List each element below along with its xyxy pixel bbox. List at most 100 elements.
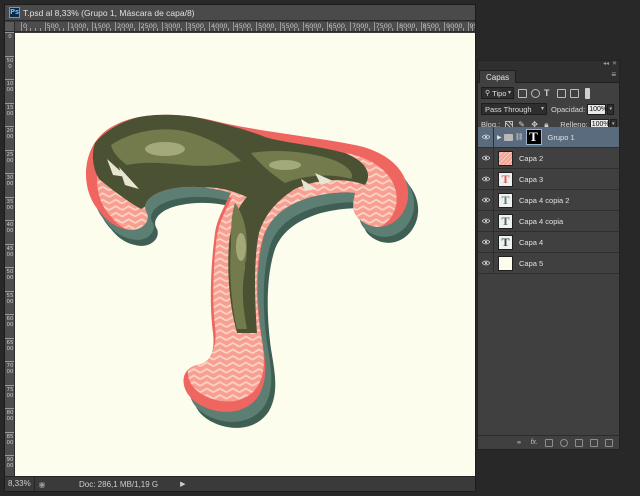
layer-thumbnail[interactable]: T bbox=[498, 234, 513, 250]
expand-group-icon[interactable]: ▶ bbox=[497, 134, 502, 141]
blend-mode-dropdown[interactable]: Pass Through ▾ bbox=[481, 103, 547, 115]
close-panel-icon[interactable]: ✕ bbox=[612, 60, 617, 67]
dragon-letter-t-artwork bbox=[86, 114, 419, 428]
visibility-eye-icon[interactable] bbox=[478, 169, 494, 189]
filter-kind-dropdown[interactable]: ⚲ Tipo ▾ bbox=[481, 87, 514, 99]
tab-layers[interactable]: Capas bbox=[479, 70, 517, 83]
panel-menu-icon[interactable]: ≡ bbox=[611, 70, 616, 79]
ruler-minor-tick bbox=[260, 28, 262, 31]
vertical-ruler[interactable]: 0 500 1000 1500 2000 2500 3000 3500 4000 4500 5000… bbox=[5, 32, 15, 477]
ruler-tick-label: 8000 bbox=[6, 410, 14, 422]
ruler-major-tick bbox=[115, 22, 116, 31]
ruler-major-tick bbox=[68, 22, 69, 31]
ruler-minor-tick bbox=[143, 28, 145, 31]
adjustment-layer-filter-icon[interactable] bbox=[531, 88, 540, 98]
ruler-major-tick bbox=[397, 22, 398, 31]
opacity-input[interactable]: 100% bbox=[587, 103, 607, 115]
ruler-minor-tick bbox=[119, 28, 121, 31]
layer-thumbnail[interactable]: T bbox=[498, 213, 513, 229]
collapse-panels-icon[interactable]: ◂◂ bbox=[603, 60, 609, 67]
layer-mask-thumbnail[interactable]: T bbox=[525, 129, 542, 145]
layer-name[interactable]: Capa 4 copia bbox=[519, 217, 563, 226]
horizontal-ruler[interactable]: 0 500 1000 1500 2000 2500 3000 3500 4000 4500 5000… bbox=[15, 22, 475, 32]
new-group-icon[interactable] bbox=[575, 438, 583, 447]
smart-object-filter-icon[interactable] bbox=[570, 88, 579, 98]
pixel-layer-filter-icon[interactable] bbox=[518, 88, 527, 98]
layer-thumbnail[interactable] bbox=[498, 150, 513, 166]
ruler-tick-label: 500 bbox=[6, 57, 14, 70]
layer-row-capa-4-copia[interactable]: T Capa 4 copia bbox=[478, 211, 619, 232]
layer-row-capa-4-copia-2[interactable]: T Capa 4 copia 2 bbox=[478, 190, 619, 211]
ruler-major-tick bbox=[373, 22, 375, 31]
ruler-major-tick bbox=[256, 22, 257, 31]
ruler-tick-label: 3500 bbox=[6, 198, 14, 211]
ruler-minor-tick bbox=[251, 28, 253, 31]
ruler-major-tick bbox=[91, 22, 93, 31]
ruler-tick-label: 4500 bbox=[6, 245, 14, 258]
layer-name[interactable]: Capa 2 bbox=[519, 154, 543, 163]
visibility-eye-icon[interactable] bbox=[478, 253, 494, 273]
layer-thumbnail[interactable]: T bbox=[498, 192, 513, 208]
visibility-eye-icon[interactable] bbox=[478, 127, 494, 147]
layer-row-capa-2[interactable]: Capa 2 bbox=[478, 148, 619, 169]
visibility-eye-icon[interactable] bbox=[478, 211, 494, 231]
adjustment-layer-icon[interactable] bbox=[560, 438, 568, 447]
status-info-icon[interactable]: ◉ bbox=[35, 480, 49, 489]
add-mask-icon[interactable] bbox=[545, 438, 553, 447]
document-tab[interactable]: Ps T.psd al 8,33% (Grupo 1, Máscara de c… bbox=[5, 5, 475, 21]
ruler-minor-tick bbox=[223, 28, 225, 31]
opacity-slider-toggle[interactable]: ▾ bbox=[607, 103, 615, 115]
ruler-minor-tick bbox=[458, 28, 460, 31]
link-chain-icon[interactable]: ⛓ bbox=[515, 133, 524, 141]
canvas[interactable] bbox=[15, 33, 475, 477]
layer-thumbnail[interactable]: T bbox=[498, 171, 513, 187]
ruler-major-tick bbox=[420, 22, 422, 31]
layer-name[interactable]: Grupo 1 bbox=[548, 133, 575, 142]
layer-style-fx-icon[interactable]: fx. bbox=[531, 439, 538, 446]
layer-name[interactable]: Capa 4 bbox=[519, 238, 543, 247]
ruler-tick-label: 7500 bbox=[6, 386, 14, 399]
layer-row-grupo-1[interactable]: ▶ ⛓ T Grupo 1 bbox=[478, 127, 619, 148]
ruler-major-tick bbox=[5, 290, 14, 292]
visibility-eye-icon[interactable] bbox=[478, 190, 494, 210]
ruler-minor-tick bbox=[157, 28, 159, 31]
status-menu-arrow-icon[interactable]: ▶ bbox=[180, 480, 185, 488]
ruler-minor-tick bbox=[434, 28, 436, 31]
layer-name[interactable]: Capa 4 copia 2 bbox=[519, 196, 569, 205]
ruler-major-tick bbox=[185, 22, 187, 31]
ruler-major-tick bbox=[5, 361, 14, 362]
ruler-major-tick bbox=[5, 314, 14, 315]
ruler-major-tick bbox=[21, 22, 22, 31]
ruler-minor-tick bbox=[387, 28, 389, 31]
zoom-level-field[interactable]: 8,33% bbox=[5, 477, 35, 491]
layer-row-capa-4[interactable]: T Capa 4 bbox=[478, 232, 619, 253]
document-title: T.psd al 8,33% (Grupo 1, Máscara de capa… bbox=[23, 7, 195, 18]
ruler-minor-tick bbox=[439, 28, 441, 31]
folder-icon bbox=[503, 133, 513, 141]
chevron-down-icon: ▾ bbox=[507, 90, 511, 96]
ruler-minor-tick bbox=[82, 28, 84, 31]
link-layers-icon[interactable]: ⚭ bbox=[516, 438, 524, 447]
ruler-minor-tick bbox=[237, 28, 239, 31]
ruler-minor-tick bbox=[39, 28, 41, 31]
shape-layer-filter-icon[interactable] bbox=[557, 88, 566, 98]
ruler-major-tick bbox=[5, 102, 14, 104]
ruler-minor-tick bbox=[378, 28, 380, 31]
layers-panel-footer: ⚭ fx. bbox=[478, 435, 619, 449]
layer-name[interactable]: Capa 5 bbox=[519, 259, 543, 268]
trash-icon[interactable] bbox=[605, 438, 613, 447]
ruler-minor-tick bbox=[345, 28, 347, 31]
ruler-origin[interactable] bbox=[5, 22, 15, 32]
filter-toggle-switch[interactable] bbox=[585, 87, 590, 99]
visibility-eye-icon[interactable] bbox=[478, 232, 494, 252]
ruler-major-tick bbox=[5, 267, 14, 268]
layer-row-capa-5[interactable]: Capa 5 bbox=[478, 253, 619, 274]
layer-row-capa-3[interactable]: T Capa 3 bbox=[478, 169, 619, 190]
ruler-major-tick bbox=[5, 408, 14, 409]
layer-thumbnail[interactable] bbox=[498, 255, 513, 271]
dock-grip[interactable]: ◂◂ ✕ bbox=[478, 61, 619, 68]
type-layer-filter-icon[interactable]: T bbox=[544, 88, 553, 98]
new-layer-icon[interactable] bbox=[590, 438, 598, 447]
layer-name[interactable]: Capa 3 bbox=[519, 175, 543, 184]
visibility-eye-icon[interactable] bbox=[478, 148, 494, 168]
